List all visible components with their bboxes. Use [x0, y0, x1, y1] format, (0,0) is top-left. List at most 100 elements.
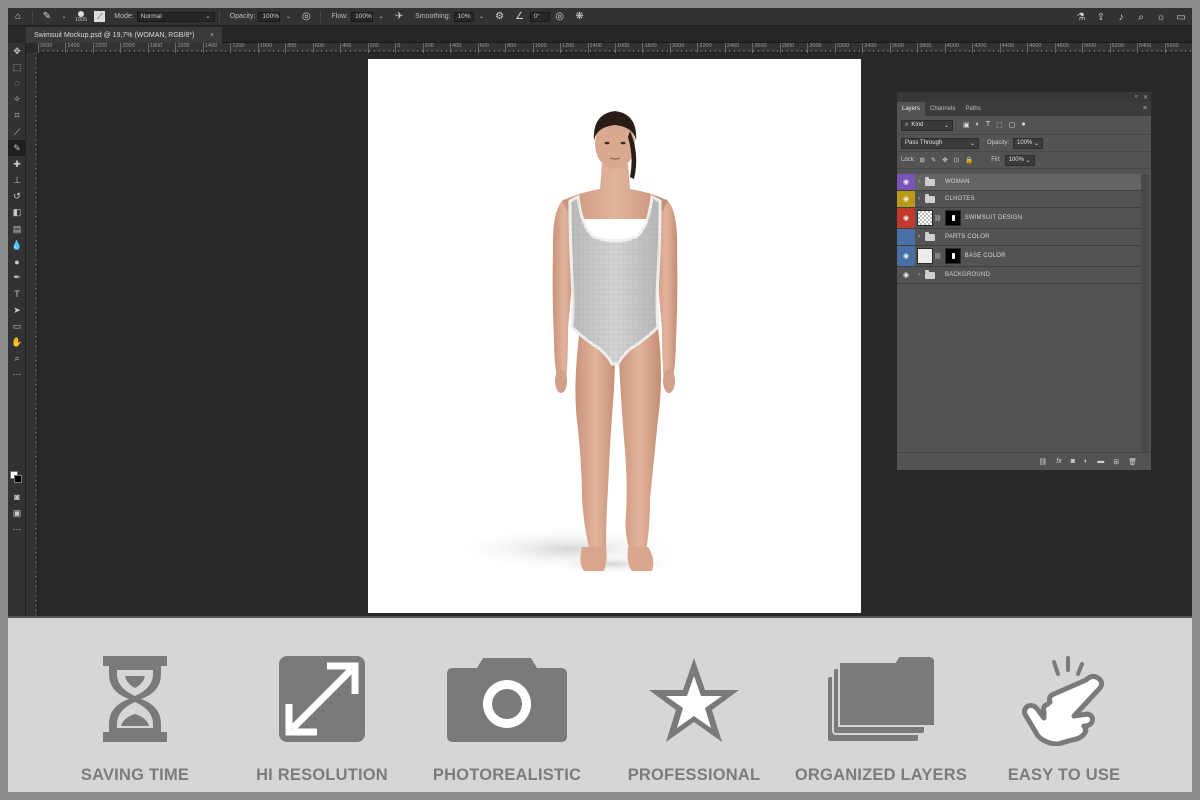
smart-object-filter-icon[interactable]: ▢ — [1009, 121, 1016, 129]
lock-transparency-icon[interactable]: ⊞ — [919, 156, 924, 164]
brush-tool-icon[interactable]: ✎ — [40, 10, 54, 24]
chevron-down-icon[interactable]: ⌄ — [281, 10, 295, 24]
lock-pixels-icon[interactable]: ✎ — [931, 156, 936, 164]
document-canvas[interactable] — [368, 59, 861, 613]
brush-tool-icon[interactable]: ✎ — [8, 140, 26, 157]
gear-icon[interactable]: ⚙ — [493, 10, 507, 24]
symmetry-icon[interactable]: ❋ — [573, 10, 587, 24]
filter-toggle-icon[interactable]: ● — [1021, 121, 1025, 129]
lock-all-icon[interactable]: 🔒 — [965, 156, 973, 164]
collapse-panel-icon[interactable]: « — [1135, 94, 1138, 100]
type-tool-icon[interactable]: T — [8, 286, 26, 302]
share-icon[interactable]: ⇪ — [1094, 10, 1108, 24]
blur-tool-icon[interactable]: 💧 — [8, 237, 26, 253]
chevron-right-icon[interactable]: › — [915, 234, 923, 240]
panel-menu-icon[interactable]: ≡ — [1143, 105, 1147, 112]
screen-mode-icon[interactable]: ▣ — [8, 505, 26, 521]
magic-wand-tool-icon[interactable]: ✧ — [8, 92, 26, 108]
beaker-icon[interactable]: ⚗ — [1074, 10, 1088, 24]
eraser-tool-icon[interactable]: ◧ — [8, 205, 26, 221]
pressure-opacity-icon[interactable]: ◎ — [299, 10, 313, 24]
history-brush-tool-icon[interactable]: ↺ — [8, 189, 26, 205]
smoothing-input[interactable]: 10% — [453, 11, 474, 22]
chevron-down-icon[interactable]: ⌄ — [57, 10, 71, 24]
healing-tool-icon[interactable]: ✚ — [8, 156, 26, 172]
layers-scrollbar[interactable] — [1141, 174, 1149, 452]
brush-preset-picker[interactable]: 1805 — [75, 10, 87, 23]
layer-opacity-input[interactable]: 100% ⌄ — [1013, 137, 1044, 149]
layer-mask-thumbnail[interactable] — [944, 210, 961, 226]
opacity-input[interactable]: 100% — [258, 11, 281, 22]
layer-mask-thumbnail[interactable] — [944, 248, 961, 264]
shape-filter-icon[interactable]: ⬚ — [996, 121, 1003, 129]
chevron-right-icon[interactable]: › — [915, 272, 923, 278]
lasso-tool-icon[interactable]: ◌ — [8, 75, 26, 91]
layer-clhotes[interactable]: ◉ › CLHOTES — [897, 191, 1141, 208]
zoom-tool-icon[interactable]: ⌕ — [8, 351, 26, 367]
eyedropper-tool-icon[interactable]: ⟋ — [8, 124, 26, 140]
layer-parts-color[interactable]: › PARTS COLOR — [897, 229, 1141, 246]
bell-icon[interactable]: ♪ — [1114, 10, 1128, 24]
new-layer-icon[interactable]: ⊞ — [1113, 458, 1119, 466]
chevron-down-icon[interactable]: ⌄ — [374, 10, 388, 24]
eye-icon[interactable]: ◉ — [897, 191, 915, 207]
eye-icon[interactable]: ◉ — [897, 246, 915, 266]
close-panel-icon[interactable]: ✕ — [1143, 94, 1148, 101]
link-layers-icon[interactable]: ⛓ — [1038, 458, 1047, 466]
chevron-right-icon[interactable]: › — [915, 179, 923, 185]
eye-hidden-icon[interactable] — [897, 229, 915, 245]
background-color-swatch[interactable] — [14, 475, 22, 483]
lightbulb-icon[interactable]: ☼ — [1154, 10, 1168, 24]
tab-layers[interactable]: Layers — [897, 102, 926, 116]
trash-icon[interactable]: 🗑 — [1128, 458, 1137, 466]
fill-input[interactable]: 100% ⌄ — [1004, 154, 1035, 166]
quick-mask-icon[interactable]: ◙ — [8, 489, 26, 505]
home-icon[interactable]: ⌂ — [11, 10, 25, 24]
chevron-down-icon[interactable]: ⌄ — [475, 10, 489, 24]
dodge-tool-icon[interactable]: ● — [8, 253, 26, 269]
pressure-size-icon[interactable]: ◎ — [553, 10, 567, 24]
more-tools-icon[interactable]: ⋯ — [8, 367, 26, 383]
tab-channels[interactable]: Channels — [925, 102, 960, 116]
pen-tool-icon[interactable]: ✒ — [8, 270, 26, 286]
fx-icon[interactable]: fx — [1056, 458, 1061, 465]
marquee-tool-icon[interactable]: ⬚ — [8, 59, 26, 75]
opacity-label: Opacity: — [229, 13, 256, 20]
chevron-right-icon[interactable]: › — [915, 196, 923, 202]
blend-mode-select[interactable]: Pass Through ⌄ — [901, 137, 979, 149]
new-group-icon[interactable]: ▬ — [1097, 458, 1104, 465]
search-icon[interactable]: ⌕ — [1134, 10, 1148, 24]
lock-position-icon[interactable]: ✥ — [942, 156, 947, 164]
eye-icon[interactable]: ◉ — [897, 267, 915, 283]
path-selection-tool-icon[interactable]: ➤ — [8, 302, 26, 318]
brush-settings-icon[interactable]: ⟋ — [94, 11, 106, 22]
layer-base-color[interactable]: ◉ ⛓ BASE COLOR — [897, 246, 1141, 267]
shape-tool-icon[interactable]: ▭ — [8, 318, 26, 334]
mode-select[interactable]: Normal ⌄ — [136, 11, 215, 22]
airbrush-icon[interactable]: ✈ — [392, 10, 406, 24]
layer-woman[interactable]: ◉ › WOMAN — [897, 174, 1141, 191]
pixel-filter-icon[interactable]: ▣ — [963, 121, 970, 129]
document-tab[interactable]: Swimsuit Mockup.psd @ 19,7% (WOMAN, RGB/… — [26, 27, 222, 43]
gradient-tool-icon[interactable]: ▤ — [8, 221, 26, 237]
eye-icon[interactable]: ◉ — [897, 208, 915, 228]
crop-tool-icon[interactable]: ⌗ — [8, 108, 26, 124]
lock-artboard-icon[interactable]: ⊡ — [954, 156, 959, 164]
workspace-icon[interactable]: ▭ — [1174, 10, 1188, 24]
add-mask-icon[interactable]: ◙ — [1071, 458, 1075, 465]
flow-input[interactable]: 100% — [351, 11, 374, 22]
close-icon[interactable]: × — [210, 32, 214, 39]
type-filter-icon[interactable]: T — [986, 121, 990, 129]
angle-input[interactable]: 0° — [529, 11, 550, 22]
adjustment-filter-icon[interactable]: ◐ — [976, 121, 980, 129]
adjustment-layer-icon[interactable]: ◐ — [1084, 458, 1088, 465]
hand-tool-icon[interactable]: ✋ — [8, 334, 26, 350]
edit-toolbar-icon[interactable]: ⋯ — [8, 521, 26, 537]
layer-background[interactable]: ◉ › BACKGROUND — [897, 267, 1141, 284]
eye-icon[interactable]: ◉ — [897, 174, 915, 190]
clone-stamp-tool-icon[interactable]: ⊥ — [8, 173, 26, 189]
move-tool-icon[interactable]: ✥ — [8, 43, 26, 59]
tab-paths[interactable]: Paths — [960, 102, 985, 116]
layer-swimsuit-design[interactable]: ◉ ⛓ SWIMSUIT DESIGN — [897, 208, 1141, 229]
kind-filter-select[interactable]: ⌕ Kind ⌄ — [901, 119, 953, 131]
